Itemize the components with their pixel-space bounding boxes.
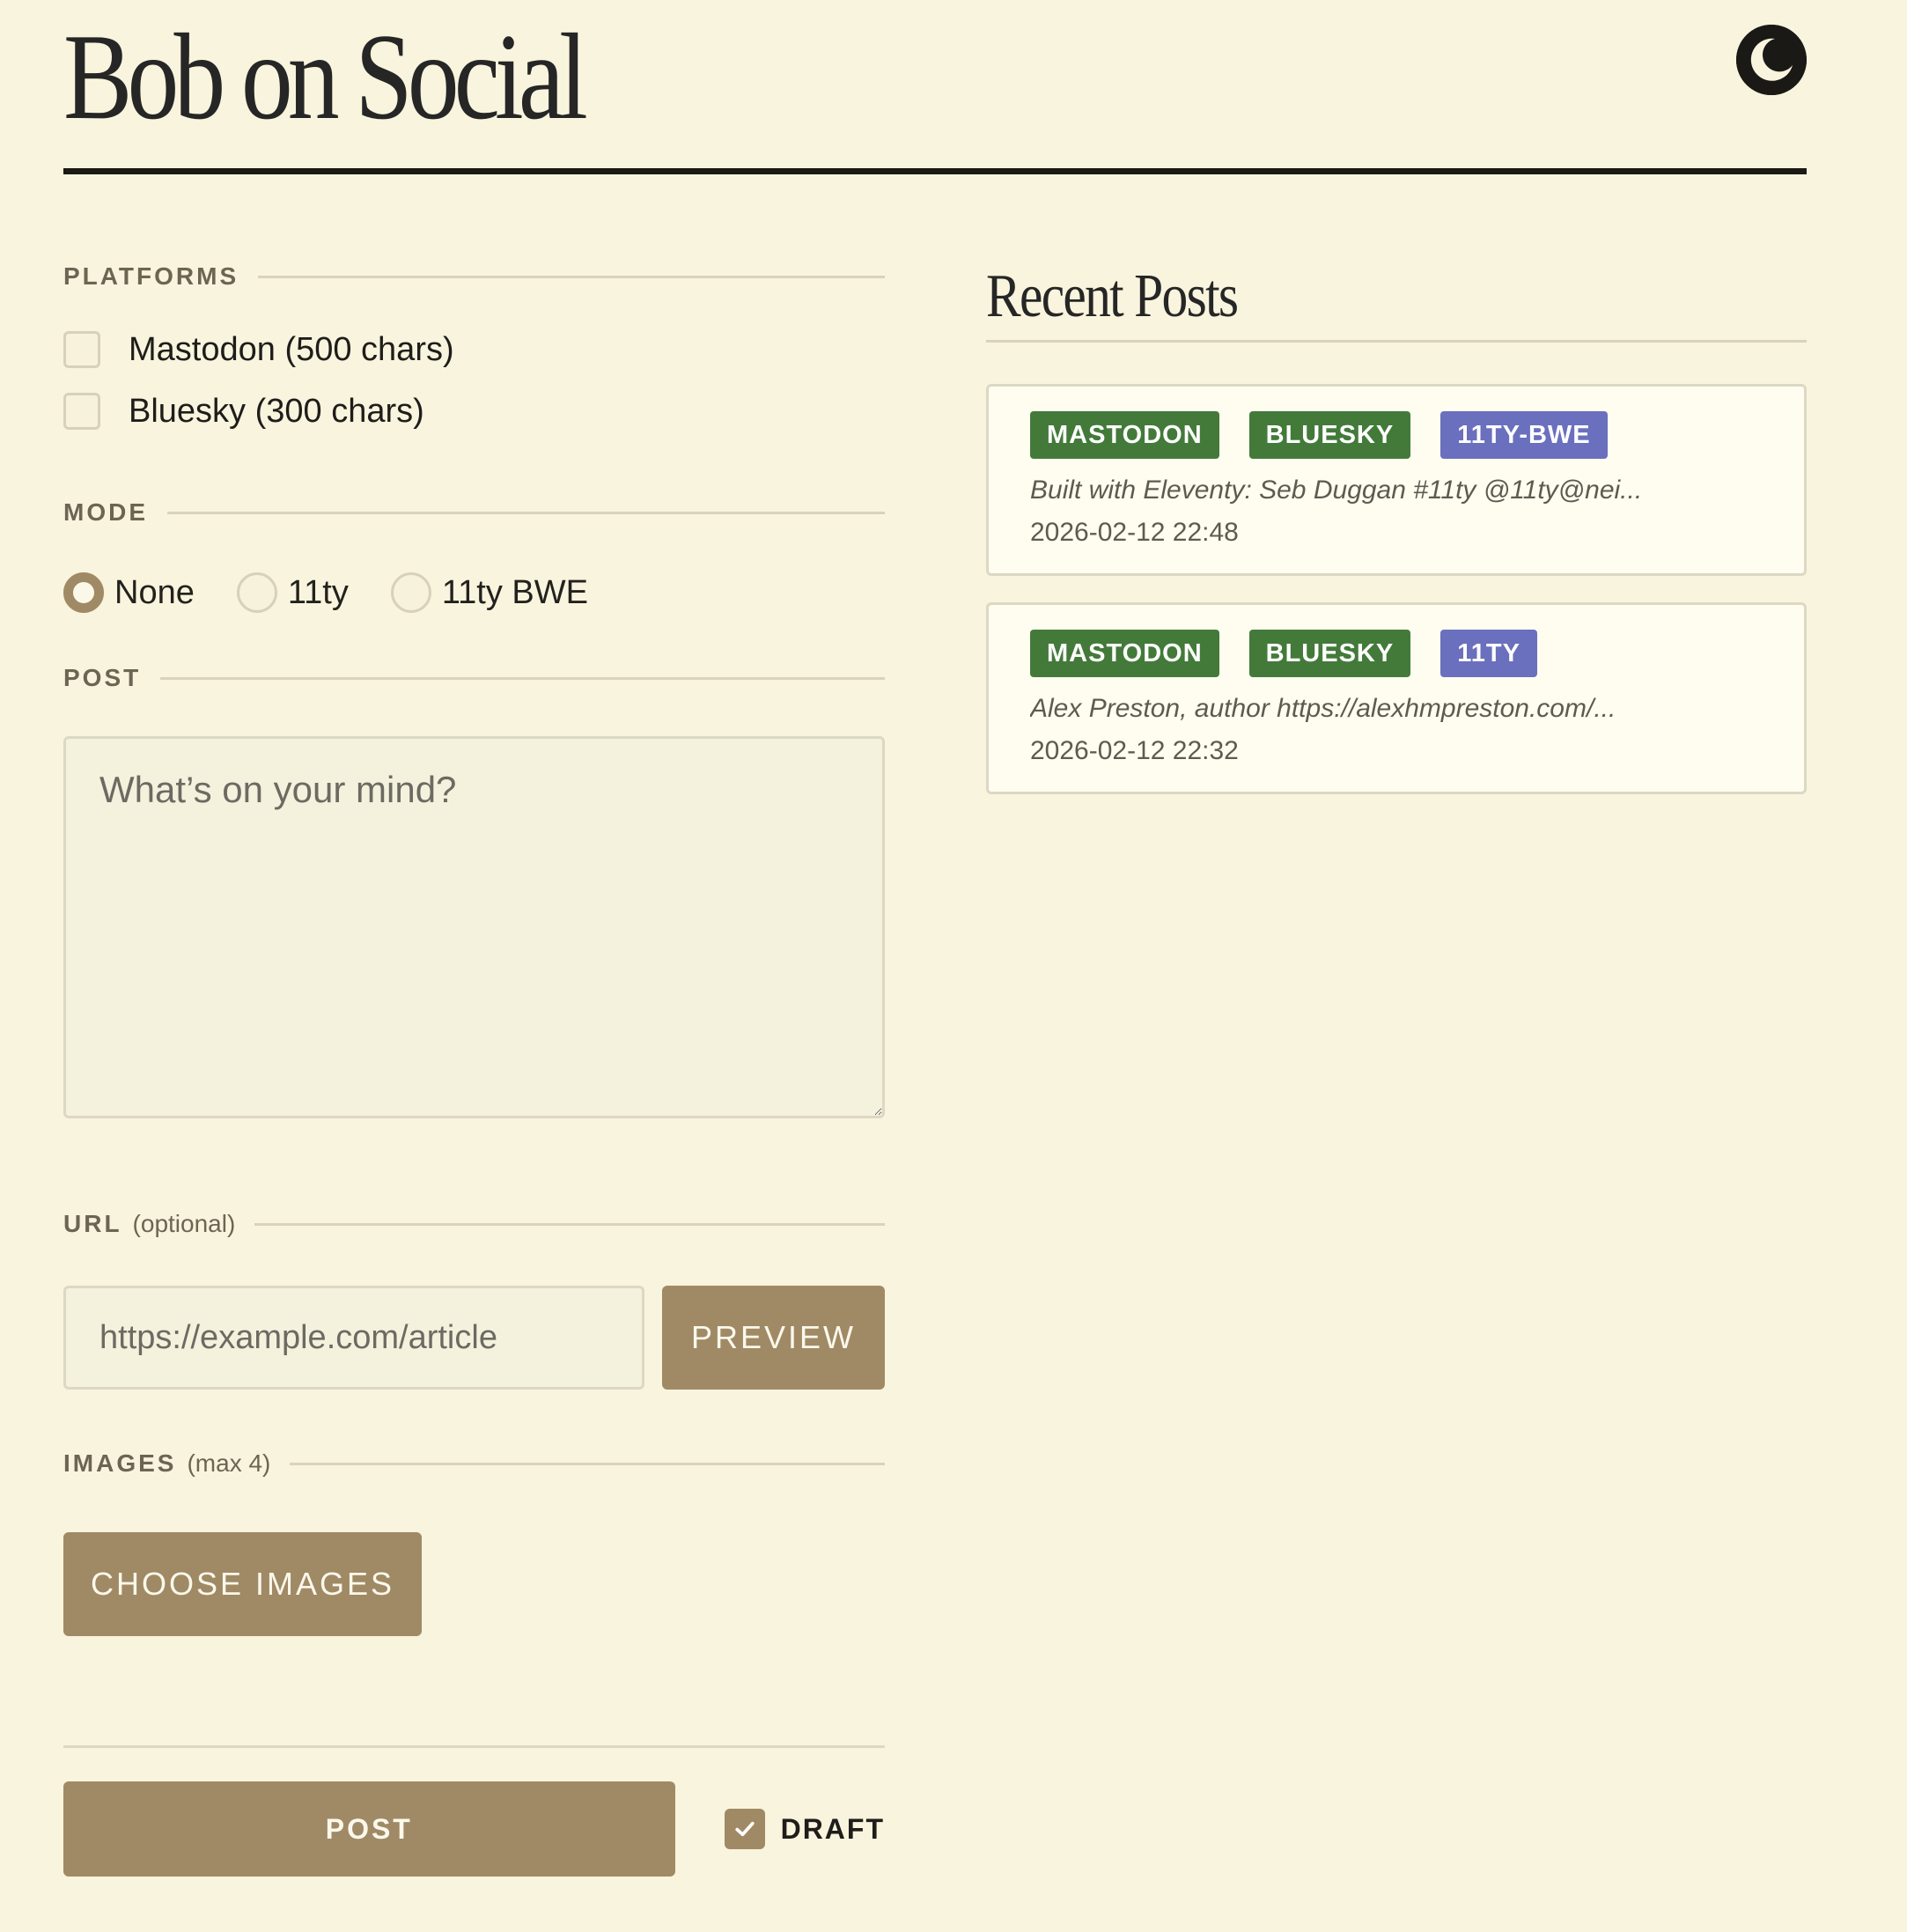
submit-row: POST DRAFT [63,1781,885,1877]
mastodon-checkbox[interactable] [63,331,100,368]
recent-posts-title: Recent Posts [986,262,1239,330]
url-label-text: URL [63,1210,122,1237]
mode-label: MODE [63,491,885,534]
mode-radio-group: None 11ty 11ty BWE [63,553,885,632]
post-label-text: POST [63,664,142,691]
mastodon-label: Mastodon (500 chars) [129,330,454,368]
tag-badge: MASTODON [1030,411,1219,459]
tag-badge: BLUESKY [1248,411,1411,459]
mode-11ty-bwe-label: 11ty BWE [441,573,588,611]
tag-badge: 11TY-BWE [1440,411,1608,459]
post-tags: MASTODON BLUESKY 11TY-BWE [1030,411,1763,459]
post-button[interactable]: POST [63,1781,675,1877]
choose-images-button[interactable]: CHOOSE IMAGES [63,1532,422,1636]
post-label: POST [63,657,885,699]
divider [160,676,885,680]
divider [254,1222,885,1226]
preview-button[interactable]: PREVIEW [662,1286,885,1390]
platforms-label: PLATFORMS [63,255,885,298]
moon-icon [1736,25,1807,95]
site-header: Bob on Social [63,0,1807,174]
radio-11ty[interactable] [236,572,277,613]
mode-11ty-label: 11ty [287,573,349,611]
bluesky-label: Bluesky (300 chars) [129,392,424,430]
post-tags: MASTODON BLUESKY 11TY [1030,630,1763,677]
draft-label: DRAFT [780,1812,885,1845]
radio-none[interactable] [63,572,104,613]
radio-11ty-bwe[interactable] [390,572,431,613]
post-timestamp: 2026-02-12 22:32 [1030,736,1239,765]
images-label-text: IMAGES [63,1449,177,1477]
platform-option-mastodon[interactable]: Mastodon (500 chars) [63,319,885,380]
mode-label-text: MODE [63,498,148,526]
url-input[interactable] [63,1286,644,1390]
recent-post-card[interactable]: MASTODON BLUESKY 11TY-BWE Built with Ele… [986,384,1807,576]
url-row: PREVIEW [63,1286,885,1390]
post-excerpt: Alex Preston, author https://alexhmprest… [1030,694,1616,723]
divider [167,511,885,514]
mode-option-none[interactable]: None [63,572,195,613]
post-excerpt: Built with Eleventy: Seb Duggan #11ty @1… [1030,476,1643,505]
mode-none-label: None [114,573,195,611]
theme-toggle-button[interactable] [1736,25,1807,95]
draft-checkbox[interactable] [724,1809,765,1849]
url-label: URL (optional) [63,1203,885,1245]
divider [290,1462,885,1465]
site-title: Bob on Social [63,9,588,145]
tag-badge: MASTODON [1030,630,1219,677]
images-sublabel: (max 4) [187,1449,271,1477]
bluesky-checkbox[interactable] [63,393,100,430]
mode-option-11ty[interactable]: 11ty [236,572,349,613]
compose-form: PLATFORMS Mastodon (500 chars) Bluesky (… [63,255,885,1877]
post-timestamp: 2026-02-12 22:48 [1030,518,1239,547]
platforms-label-text: PLATFORMS [63,262,239,290]
recent-post-card[interactable]: MASTODON BLUESKY 11TY Alex Preston, auth… [986,602,1807,794]
url-sublabel: (optional) [132,1210,236,1237]
images-label: IMAGES (max 4) [63,1442,885,1485]
mode-option-11ty-bwe[interactable]: 11ty BWE [390,572,588,613]
tag-badge: 11TY [1440,630,1537,677]
platform-option-bluesky[interactable]: Bluesky (300 chars) [63,380,885,442]
draft-toggle[interactable]: DRAFT [724,1809,885,1849]
recent-posts: Recent Posts MASTODON BLUESKY 11TY-BWE B… [986,255,1807,794]
divider [258,275,885,278]
post-textarea[interactable] [63,736,885,1118]
tag-badge: BLUESKY [1248,630,1411,677]
checkmark-icon [734,1821,755,1837]
